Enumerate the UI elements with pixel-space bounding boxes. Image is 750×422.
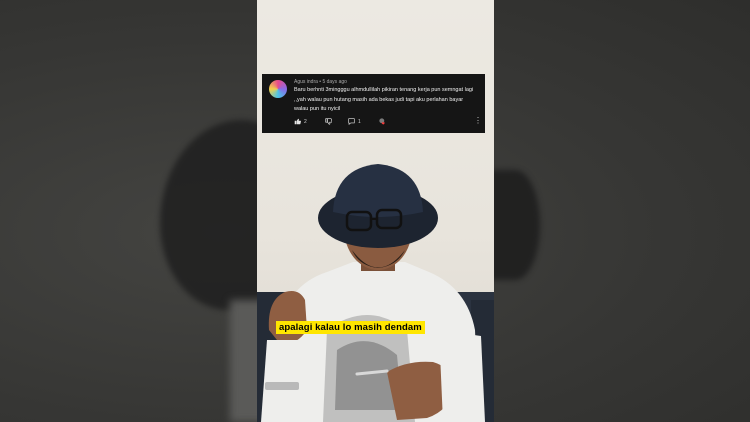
like-count: 2 — [304, 118, 307, 125]
reply-button[interactable]: 1 — [348, 118, 361, 125]
meta-separator: • — [319, 79, 322, 85]
dislike-button[interactable] — [325, 118, 332, 125]
video-caption: apalagi kalau lo masih dendam — [276, 321, 425, 334]
comment-text: Baru berhnti 3mingggu alhmdullilah pikir… — [294, 87, 474, 112]
avatar[interactable] — [269, 80, 287, 98]
comment-meta: Agus indra • 5 days ago — [294, 79, 347, 85]
reply-count: 1 — [358, 118, 361, 125]
person-illustration — [257, 164, 494, 422]
blurred-hat-right — [490, 170, 540, 280]
reply-icon — [348, 118, 355, 125]
creator-heart[interactable] — [379, 118, 386, 125]
comment-card: Agus indra • 5 days ago Baru berhnti 3mi… — [262, 74, 485, 133]
comment-time: 5 days ago — [322, 79, 347, 85]
comment-author[interactable]: Agus indra — [294, 79, 318, 85]
like-button[interactable]: 2 — [294, 118, 307, 125]
comment-actions: 2 1 ⋮ — [262, 116, 485, 128]
thumbs-down-icon — [325, 118, 332, 125]
thumbs-up-icon — [294, 118, 301, 125]
creator-avatar-heart-icon — [379, 118, 385, 125]
more-options-icon[interactable]: ⋮ — [474, 117, 482, 125]
video-frame[interactable] — [257, 0, 494, 422]
